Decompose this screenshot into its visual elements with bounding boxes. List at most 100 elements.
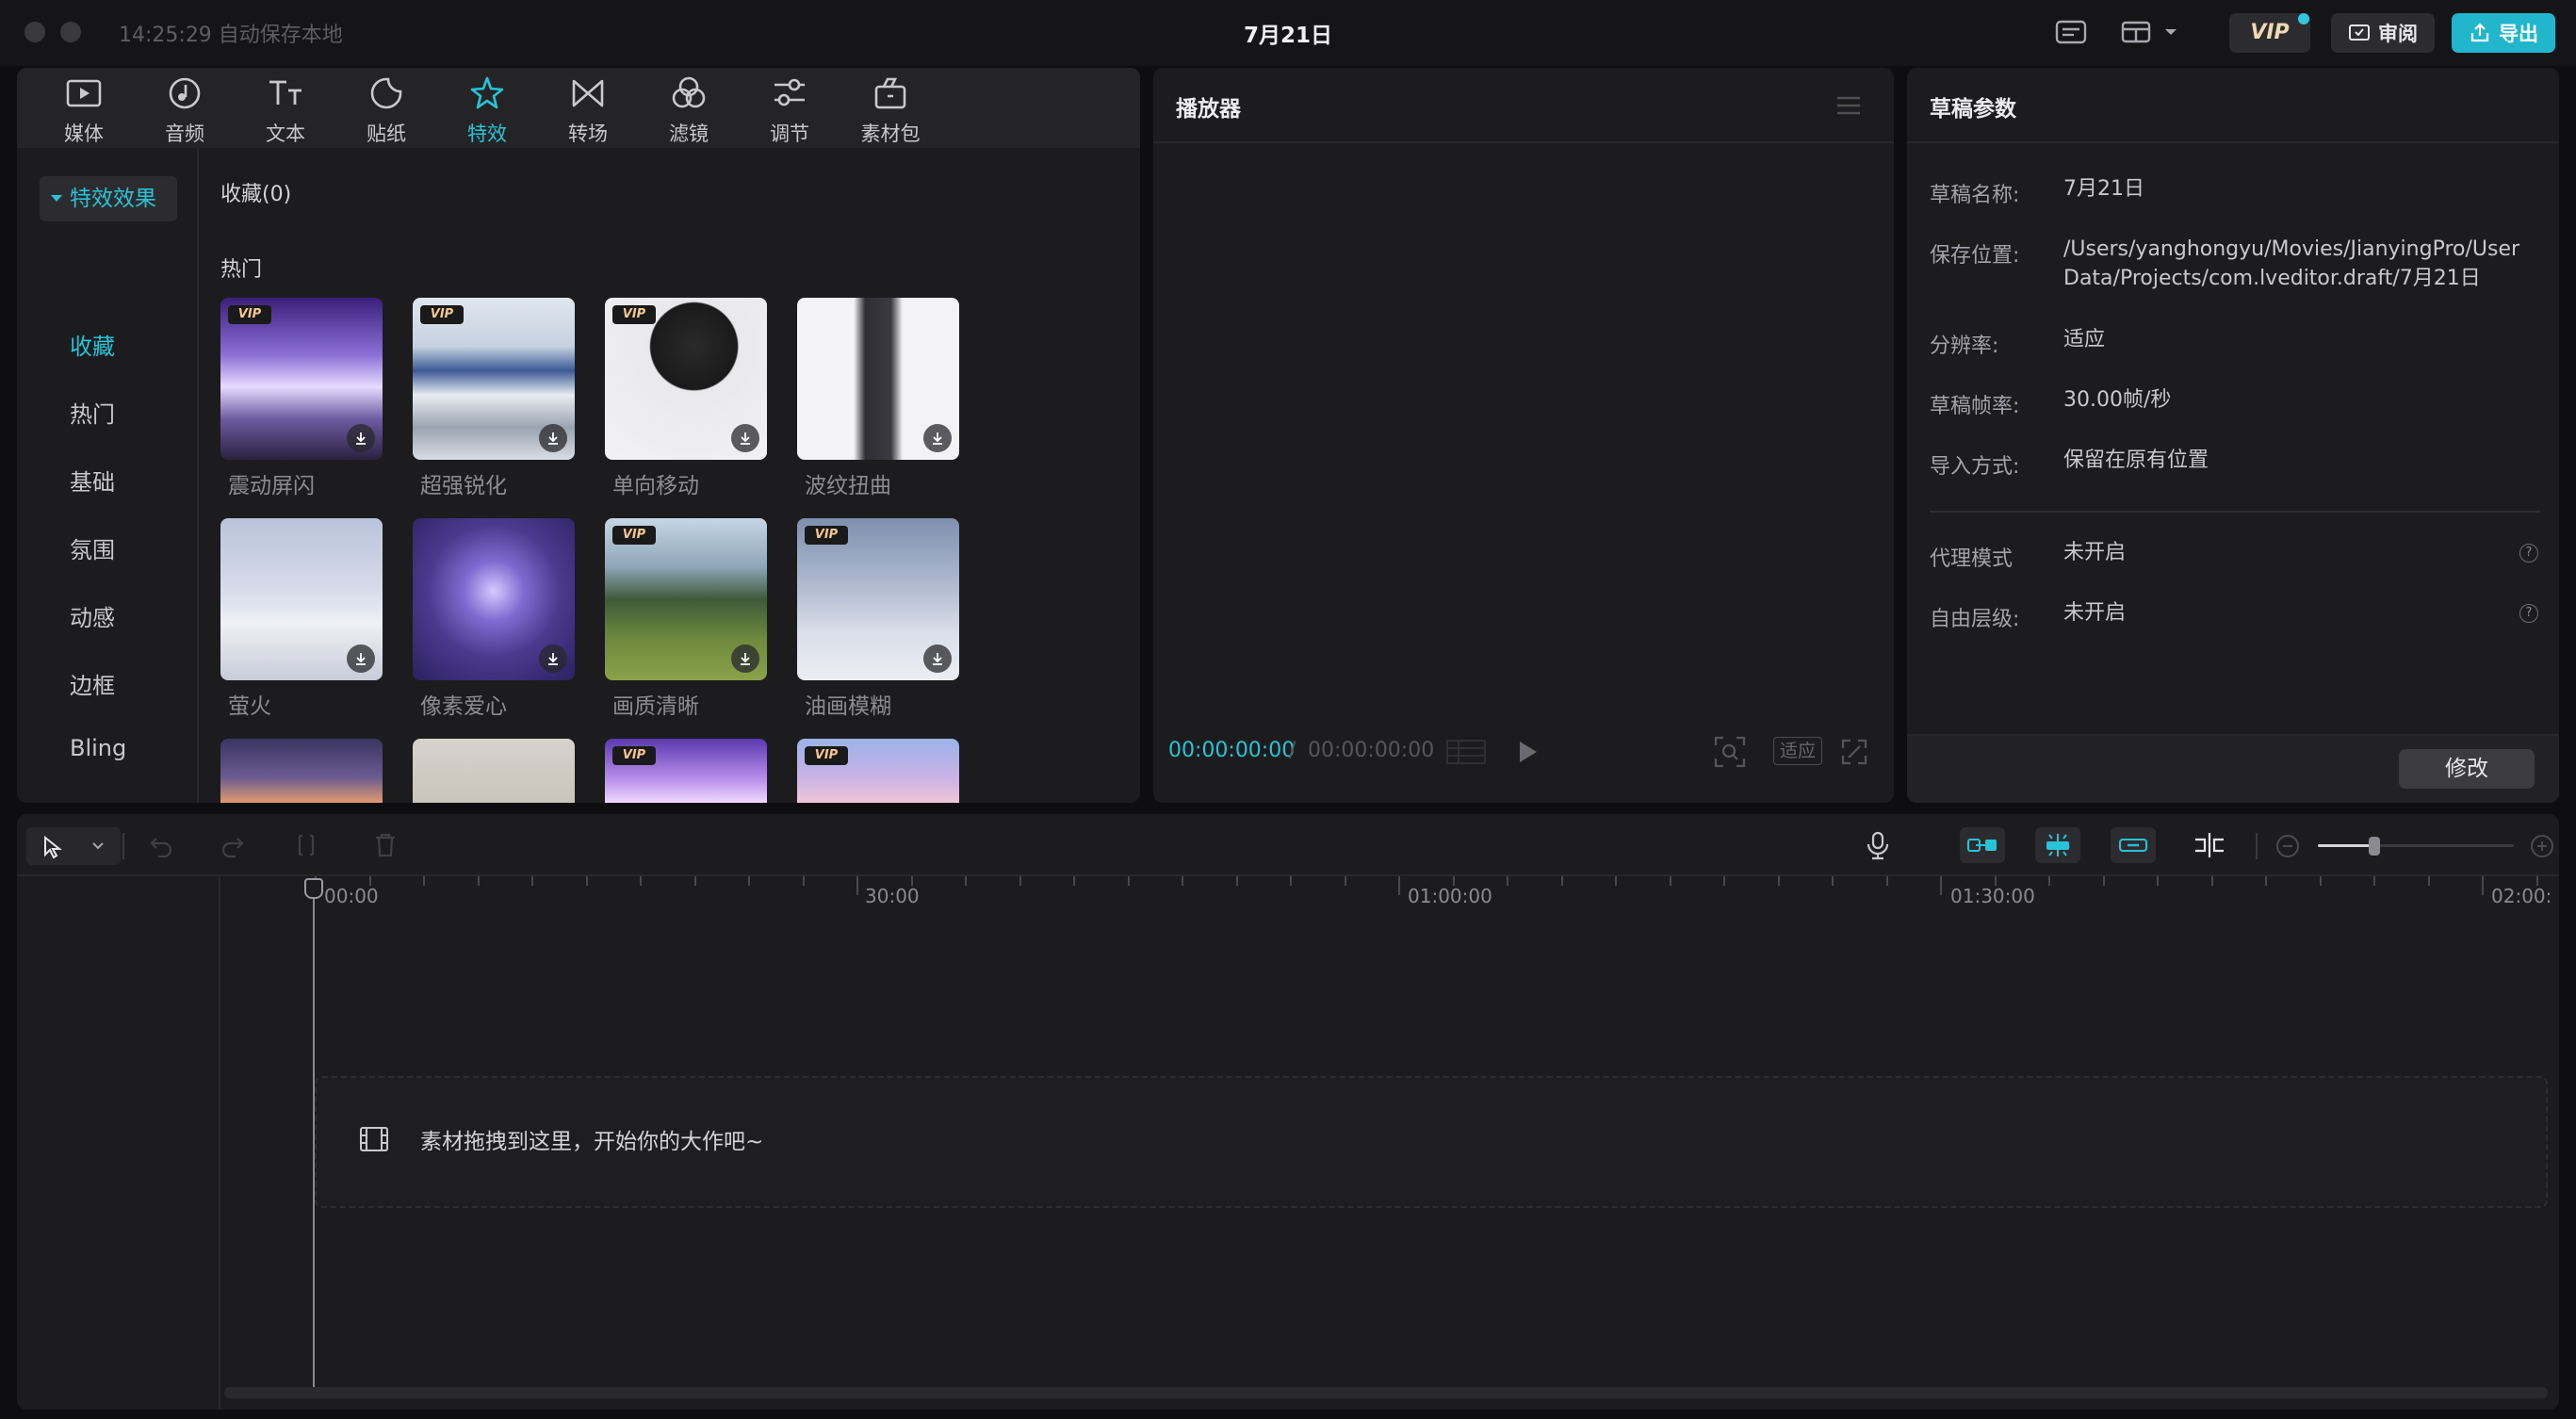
effect-card[interactable] [220, 739, 383, 803]
subtitle-icon[interactable] [2054, 15, 2088, 49]
ruler-tick [2373, 876, 2375, 886]
free-layer-value: 未开启 [2063, 601, 2127, 625]
menu-icon[interactable] [1835, 94, 1862, 117]
import-mode-label: 导入方式: [1930, 455, 2020, 479]
download-icon[interactable] [731, 424, 759, 452]
help-icon[interactable]: ? [2519, 604, 2538, 623]
tab-effects[interactable]: 特效 [445, 73, 530, 147]
tab-audio[interactable]: 音频 [142, 73, 227, 147]
tab-adjust[interactable]: 调节 [747, 73, 832, 147]
effect-card[interactable] [220, 518, 383, 680]
caret-down-icon [51, 195, 62, 202]
effect-card[interactable]: VIP [605, 518, 767, 680]
category-hot[interactable]: 热门 [70, 396, 115, 429]
sticker-icon [370, 77, 402, 109]
category-basic[interactable]: 基础 [70, 464, 115, 497]
timeline-panel: 00:00 30:00 01:00:00 01:30:00 02:00: 素材拖… [17, 814, 2559, 1410]
timecode-separator: / [1289, 739, 1296, 762]
horizontal-scrollbar[interactable] [224, 1387, 2548, 1398]
ruler-tick [1290, 876, 1292, 886]
ruler-label: 30:00 [865, 885, 920, 907]
hot-heading: 热门 [220, 258, 263, 282]
download-icon[interactable] [539, 424, 567, 452]
effect-card[interactable]: VIP [413, 298, 575, 460]
download-icon[interactable] [347, 644, 375, 673]
effect-card[interactable]: VIP [220, 298, 383, 460]
download-icon[interactable] [347, 424, 375, 452]
current-timecode: 00:00:00:00 [1168, 739, 1296, 762]
layout-icon[interactable] [2120, 15, 2182, 49]
tab-filter[interactable]: 滤镜 [646, 73, 731, 147]
category-dynamic[interactable]: 动感 [70, 599, 115, 632]
proxy-mode-label: 代理模式 [1930, 547, 2014, 571]
tab-text-label: 文本 [266, 122, 305, 145]
vip-badge: VIP [805, 746, 848, 765]
play-icon[interactable] [1513, 737, 1541, 767]
package-icon [874, 77, 906, 109]
list-icon[interactable] [1445, 737, 1487, 767]
free-layer-label: 自由层级: [1930, 608, 2020, 631]
player-header: 播放器 [1153, 68, 1894, 143]
fullscreen-crop-icon[interactable] [1713, 735, 1747, 769]
tab-audio-label: 音频 [165, 122, 204, 145]
effect-card[interactable]: VIP [605, 739, 767, 803]
effect-card[interactable]: VIP [797, 739, 959, 803]
download-icon[interactable] [731, 644, 759, 673]
effect-card[interactable]: VIP [605, 298, 767, 460]
effect-card[interactable]: VIP [797, 518, 959, 680]
ruler-tick [911, 876, 913, 886]
category-atmosphere[interactable]: 氛围 [70, 531, 115, 564]
tab-text[interactable]: 文本 [243, 73, 328, 147]
fullscreen-icon[interactable] [1839, 737, 1869, 767]
tab-sticker[interactable]: 贴纸 [344, 73, 429, 147]
tab-media-label: 媒体 [64, 122, 104, 145]
ruler-tick [478, 876, 480, 886]
tab-media[interactable]: 媒体 [41, 73, 126, 147]
aspect-fit-button[interactable]: 适应 [1773, 737, 1822, 765]
tab-package[interactable]: 素材包 [848, 73, 933, 147]
download-icon[interactable] [923, 644, 952, 673]
vip-badge: VIP [228, 305, 271, 324]
export-button[interactable]: 导出 [2452, 13, 2555, 53]
ruler-tick [1995, 876, 1997, 886]
help-icon[interactable]: ? [2519, 544, 2538, 563]
ruler-tick [1019, 876, 1021, 886]
download-icon[interactable] [539, 644, 567, 673]
playhead-handle[interactable] [304, 878, 323, 899]
ruler-tick [2536, 876, 2538, 886]
save-location-label: 保存位置: [1930, 244, 2020, 268]
category-favorites[interactable]: 收藏 [70, 328, 115, 361]
ruler-tick [1345, 876, 1346, 886]
project-title: 7月21日 [1243, 24, 1332, 48]
ruler-tick [2482, 876, 2484, 895]
effect-card-label: 震动屏闪 [228, 474, 315, 498]
ruler-tick [1615, 876, 1617, 886]
save-location-value: /Users/yanghongyu/Movies/JianyingPro/Use… [2063, 237, 2520, 290]
tab-transition[interactable]: 转场 [546, 73, 630, 147]
download-icon[interactable] [923, 424, 952, 452]
vip-badge: VIP [612, 746, 656, 765]
review-label: 审阅 [2378, 23, 2418, 45]
tool-tab-bar: 媒体 音频 文本 贴纸 特效 转场 滤镜 调节 素材包 [17, 68, 1140, 148]
effect-card-label: 波纹扭曲 [805, 474, 891, 498]
ruler-tick [1236, 876, 1238, 886]
ruler-tick [2320, 876, 2322, 886]
category-group-header[interactable]: 特效效果 [40, 176, 177, 221]
properties-header: 草稿参数 [1907, 68, 2559, 143]
effect-card[interactable] [797, 298, 959, 460]
ruler-tick [1073, 876, 1075, 886]
ruler-label: 00:00 [324, 885, 379, 907]
tab-sticker-label: 贴纸 [367, 122, 406, 145]
category-bling[interactable]: Bling [70, 735, 126, 761]
ruler-tick [856, 876, 858, 895]
effect-card[interactable] [413, 739, 575, 803]
media-icon [66, 79, 102, 107]
effect-card-label: 画质清晰 [612, 694, 699, 719]
modify-button[interactable]: 修改 [2399, 749, 2535, 789]
category-border[interactable]: 边框 [70, 667, 115, 700]
review-button[interactable]: 审阅 [2331, 13, 2435, 53]
track-header-column [17, 876, 220, 1410]
ruler-label: 02:00: [2491, 885, 2552, 907]
ruler-tick [1398, 876, 1400, 895]
effect-card[interactable] [413, 518, 575, 680]
